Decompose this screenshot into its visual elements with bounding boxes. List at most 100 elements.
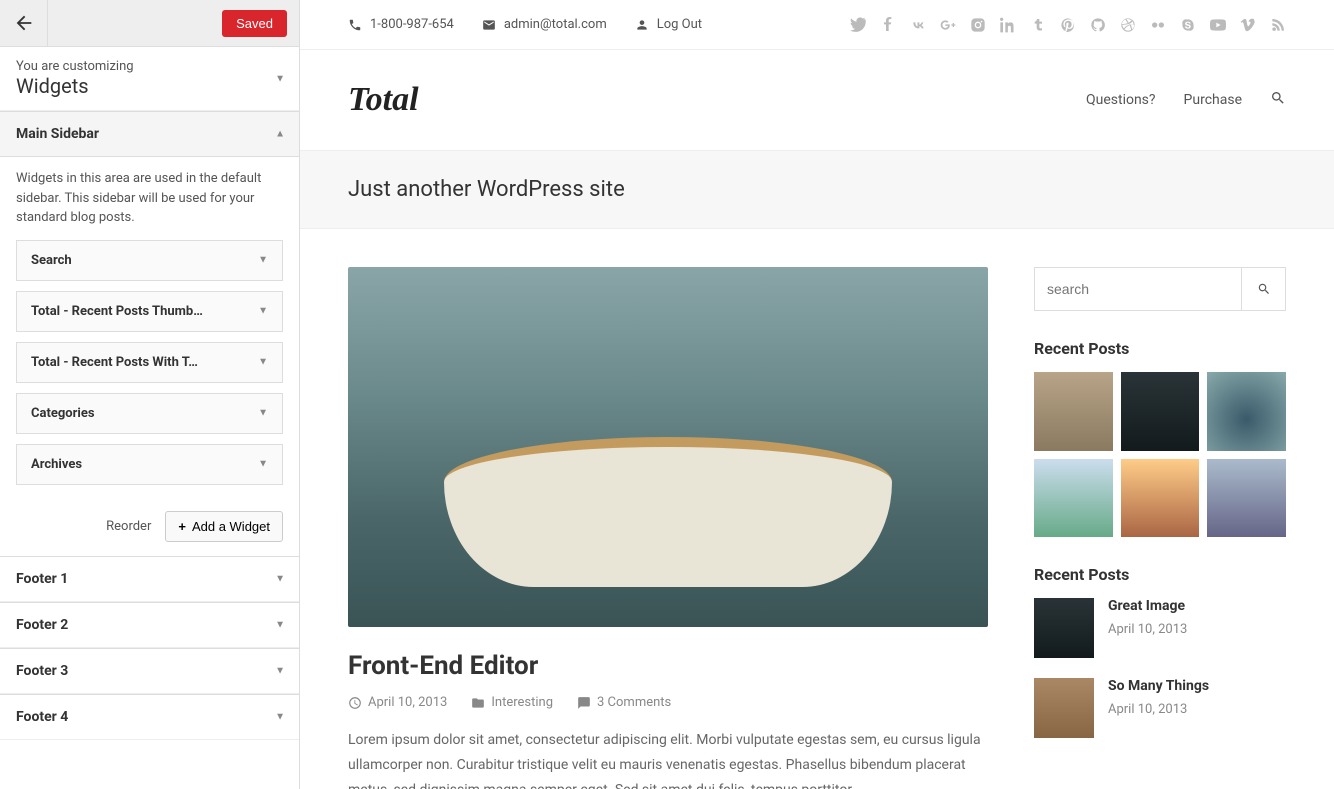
google-plus-icon[interactable]: [940, 17, 956, 33]
recent-post-title: So Many Things: [1108, 678, 1286, 694]
widget-list: Search▼ Total - Recent Posts Thumb…▼ Tot…: [0, 240, 299, 507]
pinterest-icon[interactable]: [1060, 17, 1076, 33]
post-thumb[interactable]: [1034, 459, 1113, 538]
section-footer-2[interactable]: Footer 2▼: [0, 602, 299, 648]
search-icon: [1257, 282, 1271, 296]
caret-down-icon: ▼: [258, 255, 268, 266]
caret-down-icon: ▼: [275, 619, 285, 630]
recent-post-title: Great Image: [1108, 598, 1286, 614]
github-icon[interactable]: [1090, 17, 1106, 33]
customizer-panel: Saved You are customizing Widgets ▼ Main…: [0, 0, 300, 789]
post-thumb[interactable]: [1207, 372, 1286, 451]
tagline-bar: Just another WordPress site: [300, 150, 1334, 229]
post-date: April 10, 2013: [348, 695, 447, 710]
widget-item[interactable]: Total - Recent Posts Thumb…▼: [16, 291, 283, 332]
post-category[interactable]: Interesting: [471, 695, 553, 710]
plus-icon: +: [178, 519, 186, 534]
section-title: Main Sidebar: [16, 126, 99, 142]
dribbble-icon[interactable]: [1120, 17, 1136, 33]
widget-item[interactable]: Search▼: [16, 240, 283, 281]
list-item[interactable]: Great Image April 10, 2013: [1034, 598, 1286, 658]
linkedin-icon[interactable]: [1000, 17, 1016, 33]
caret-up-icon: ▲: [275, 129, 285, 140]
search-icon[interactable]: [1270, 90, 1286, 110]
post-comments[interactable]: 3 Comments: [577, 695, 671, 710]
phone-icon: [348, 18, 362, 32]
recent-post-date: April 10, 2013: [1108, 622, 1286, 637]
search-button[interactable]: [1241, 268, 1285, 310]
tagline: Just another WordPress site: [348, 177, 1286, 202]
post-thumb[interactable]: [1121, 459, 1200, 538]
folder-icon: [471, 696, 485, 710]
main-column: Front-End Editor April 10, 2013 Interest…: [348, 267, 988, 789]
recent-posts-list: Great Image April 10, 2013 So Many Thing…: [1034, 598, 1286, 738]
topbar-phone: 1-800-987-654: [348, 17, 454, 32]
nav-questions[interactable]: Questions?: [1086, 92, 1156, 108]
post-thumb[interactable]: [1034, 372, 1113, 451]
caret-down-icon: ▼: [258, 306, 268, 317]
envelope-icon: [482, 18, 496, 32]
section-footer-3[interactable]: Footer 3▼: [0, 648, 299, 694]
arrow-left-icon: [13, 12, 35, 34]
customizing-label: You are customizing: [16, 59, 283, 74]
vk-icon[interactable]: [910, 17, 926, 33]
instagram-icon[interactable]: [970, 17, 986, 33]
site-preview: 1-800-987-654 admin@total.com Log Out To…: [300, 0, 1334, 789]
user-icon: [635, 18, 649, 32]
section-footer-1[interactable]: Footer 1▼: [0, 556, 299, 602]
caret-down-icon: ▼: [275, 711, 285, 722]
widget-actions: Reorder +Add a Widget: [0, 507, 299, 556]
caret-down-icon: ▼: [258, 408, 268, 419]
add-widget-button[interactable]: +Add a Widget: [165, 511, 283, 542]
comment-icon: [577, 696, 591, 710]
search-input[interactable]: [1035, 268, 1241, 310]
widget-title-recent-posts: Recent Posts: [1034, 565, 1286, 584]
caret-down-icon: ▼: [258, 459, 268, 470]
blog-sidebar: Recent Posts Recent Posts Great Image Ap…: [1034, 267, 1286, 789]
twitter-icon[interactable]: [850, 17, 866, 33]
clock-icon: [348, 696, 362, 710]
panel-heading[interactable]: You are customizing Widgets ▼: [0, 47, 299, 111]
facebook-icon[interactable]: [880, 17, 896, 33]
caret-down-icon: ▼: [275, 573, 285, 584]
list-item[interactable]: So Many Things April 10, 2013: [1034, 678, 1286, 738]
vimeo-icon[interactable]: [1240, 17, 1256, 33]
reorder-link[interactable]: Reorder: [106, 519, 151, 534]
widget-title-recent-posts-thumbs: Recent Posts: [1034, 339, 1286, 358]
post-title[interactable]: Front-End Editor: [348, 651, 988, 681]
post-thumb: [1034, 678, 1094, 738]
widget-item[interactable]: Archives▼: [16, 444, 283, 485]
section-description: Widgets in this area are used in the def…: [0, 157, 299, 240]
section-main-sidebar[interactable]: Main Sidebar ▲: [0, 111, 299, 157]
topbar-logout[interactable]: Log Out: [635, 17, 702, 32]
post-thumb: [1034, 598, 1094, 658]
widget-item[interactable]: Total - Recent Posts With T…▼: [16, 342, 283, 383]
panel-title: Widgets: [16, 74, 283, 98]
saved-button[interactable]: Saved: [222, 10, 287, 37]
customizer-topbar: Saved: [0, 0, 299, 47]
post-featured-image[interactable]: [348, 267, 988, 627]
sidebar-search: [1034, 267, 1286, 311]
caret-down-icon: ▼: [258, 357, 268, 368]
post-excerpt: Lorem ipsum dolor sit amet, consectetur …: [348, 728, 988, 789]
recent-posts-thumbs: [1034, 372, 1286, 537]
flickr-icon[interactable]: [1150, 17, 1166, 33]
nav-purchase[interactable]: Purchase: [1184, 92, 1242, 108]
main-nav: Questions? Purchase: [1086, 90, 1286, 110]
post-thumb[interactable]: [1207, 459, 1286, 538]
site-logo[interactable]: Total: [348, 81, 419, 119]
rss-icon[interactable]: [1270, 17, 1286, 33]
back-button[interactable]: [0, 0, 48, 46]
post-thumb[interactable]: [1121, 372, 1200, 451]
section-footer-4[interactable]: Footer 4▼: [0, 694, 299, 740]
tumblr-icon[interactable]: [1030, 17, 1046, 33]
content-area: Front-End Editor April 10, 2013 Interest…: [300, 229, 1334, 789]
post-meta: April 10, 2013 Interesting 3 Comments: [348, 695, 988, 710]
skype-icon[interactable]: [1180, 17, 1196, 33]
topbar-email[interactable]: admin@total.com: [482, 17, 607, 32]
widget-item[interactable]: Categories▼: [16, 393, 283, 434]
recent-post-date: April 10, 2013: [1108, 702, 1286, 717]
caret-down-icon: ▼: [275, 665, 285, 676]
social-icons: [850, 17, 1286, 33]
youtube-icon[interactable]: [1210, 17, 1226, 33]
